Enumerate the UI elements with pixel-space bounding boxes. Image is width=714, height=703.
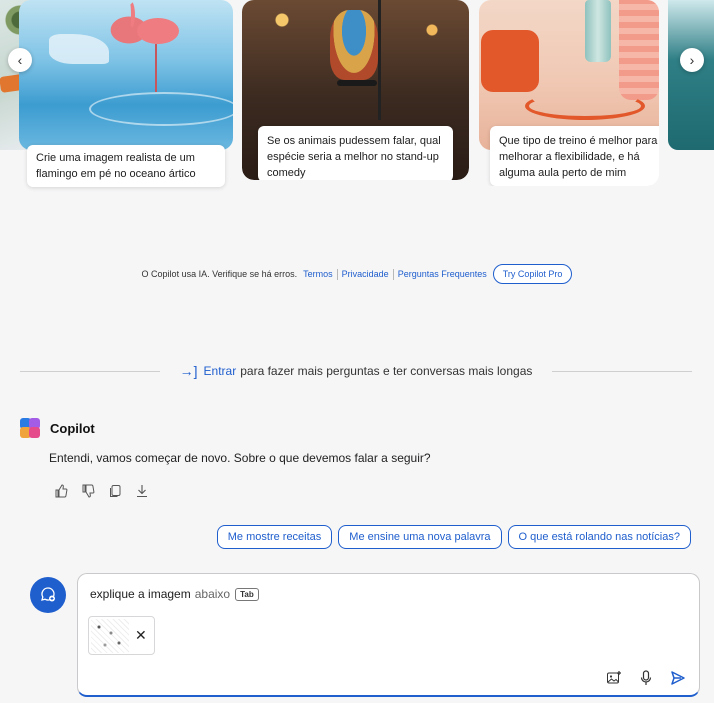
disclaimer-text: O Copilot usa IA. Verifique se há erros.: [141, 269, 298, 279]
disclaimer-bar: O Copilot usa IA. Verifique se há erros.…: [0, 264, 714, 284]
microphone-icon[interactable]: [637, 669, 655, 687]
autocomplete-suggestion: abaixo: [194, 587, 231, 601]
signin-prompt: →] Entrar para fazer mais perguntas e te…: [160, 363, 553, 379]
carousel-card-flamingo[interactable]: Crie uma imagem realista de um flamingo …: [19, 0, 233, 196]
chat-input[interactable]: explique a imagem abaixo Tab: [90, 587, 259, 601]
add-image-icon[interactable]: [605, 669, 623, 687]
signin-text: para fazer mais perguntas e ter conversa…: [240, 364, 533, 378]
thumbs-down-icon[interactable]: [81, 484, 95, 498]
chevron-right-icon: ›: [689, 52, 695, 68]
carousel-prev-button[interactable]: ‹: [8, 48, 32, 72]
thumbs-up-icon[interactable]: [54, 484, 68, 498]
suggestion-chip-recipes[interactable]: Me mostre receitas: [216, 525, 333, 549]
card-caption: Crie uma imagem realista de um flamingo …: [27, 145, 225, 187]
try-copilot-pro-button[interactable]: Try Copilot Pro: [492, 264, 573, 284]
query-text: explique a imagem: [90, 587, 191, 601]
new-topic-button[interactable]: [30, 577, 66, 613]
message-actions: [54, 484, 149, 498]
copy-icon[interactable]: [108, 484, 122, 498]
card-caption: Se os animais pudessem falar, qual espéc…: [258, 126, 453, 180]
bot-message: Entendi, vamos começar de novo. Sobre o …: [49, 451, 431, 465]
carousel-card-training[interactable]: Que tipo de treino é melhor para melhora…: [479, 0, 659, 186]
divider-line: [20, 370, 160, 372]
terms-link[interactable]: Termos: [303, 269, 333, 279]
faq-link[interactable]: Perguntas Frequentes: [398, 269, 487, 279]
divider: [392, 268, 394, 280]
divider: [336, 268, 338, 280]
carousel-next-button[interactable]: ›: [680, 48, 704, 72]
signin-divider: →] Entrar para fazer mais perguntas e te…: [20, 361, 693, 381]
download-icon[interactable]: [135, 484, 149, 498]
bot-name: Copilot: [50, 420, 95, 436]
signin-link[interactable]: Entrar: [204, 364, 237, 378]
suggestion-chips: Me mostre receitas Me ensine uma nova pa…: [216, 525, 691, 549]
divider-line: [552, 370, 693, 372]
privacy-link[interactable]: Privacidade: [342, 269, 389, 279]
carousel-card-partial-right[interactable]: [668, 0, 714, 150]
chevron-left-icon: ‹: [17, 52, 23, 68]
image-attachment: ✕: [88, 616, 155, 655]
send-icon[interactable]: [669, 669, 687, 687]
input-toolbar: [605, 669, 687, 687]
suggestion-chip-news[interactable]: O que está rolando nas notícias?: [507, 525, 691, 549]
bot-header: Copilot: [20, 418, 95, 438]
sign-in-icon: →]: [179, 363, 198, 379]
new-chat-icon: [41, 587, 55, 602]
carousel-card-standup[interactable]: Se os animais pudessem falar, qual espéc…: [242, 0, 469, 180]
attachment-thumbnail: [91, 619, 129, 653]
suggestion-carousel: Crie uma imagem realista de um flamingo …: [0, 0, 714, 196]
remove-attachment-icon[interactable]: ✕: [135, 627, 147, 644]
flamingo-image: [19, 0, 233, 150]
copilot-logo-icon: [20, 418, 40, 438]
tab-key-hint: Tab: [235, 587, 259, 601]
suggestion-chip-new-word[interactable]: Me ensine uma nova palavra: [338, 525, 502, 549]
chat-input-box[interactable]: explique a imagem abaixo Tab ✕: [77, 573, 700, 697]
card-caption: Que tipo de treino é melhor para melhora…: [490, 126, 659, 186]
